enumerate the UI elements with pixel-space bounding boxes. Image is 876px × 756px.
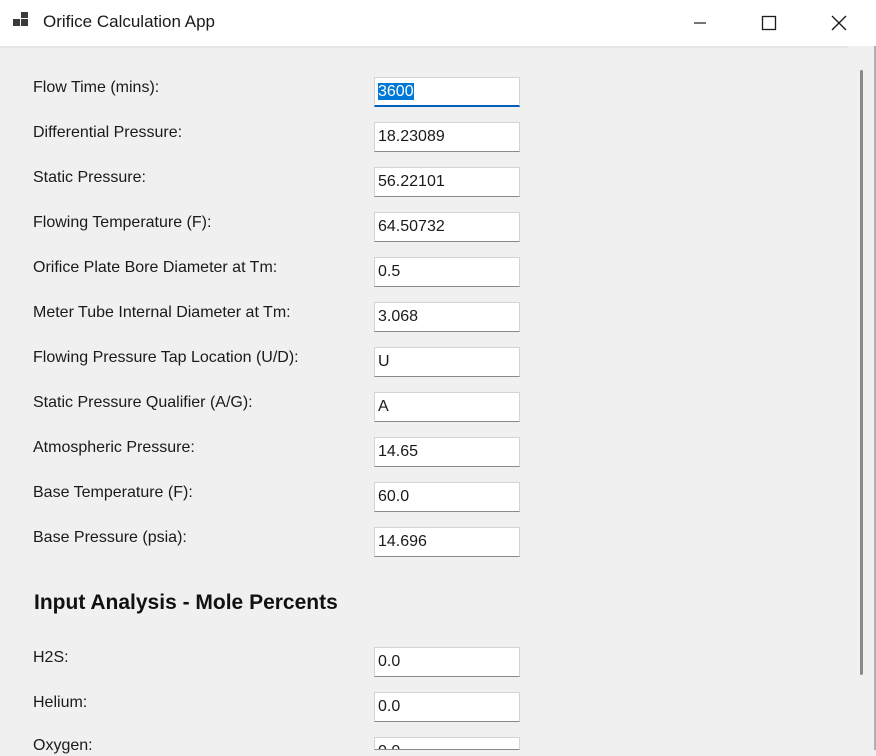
tap-location-input[interactable]: U (374, 347, 520, 377)
base-pressure-input[interactable]: 14.696 (374, 527, 520, 557)
content-top-border (0, 46, 848, 48)
maximize-button[interactable] (734, 0, 804, 46)
pressure-qualifier-input[interactable]: A (374, 392, 520, 422)
base-temperature-label: Base Temperature (F): (33, 484, 193, 501)
tube-diameter-label: Meter Tube Internal Diameter at Tm: (33, 304, 291, 321)
flow-time-value: 3600 (378, 83, 414, 100)
close-button[interactable] (804, 0, 874, 46)
close-icon (831, 15, 847, 31)
scrollbar-thumb[interactable] (860, 70, 863, 675)
pressure-qualifier-label: Static Pressure Qualifier (A/G): (33, 394, 253, 411)
flow-time-input[interactable]: 3600 (374, 77, 520, 107)
helium-input[interactable]: 0.0 (374, 692, 520, 722)
differential-pressure-label: Differential Pressure: (33, 124, 183, 141)
atmospheric-pressure-input[interactable]: 14.65 (374, 437, 520, 467)
static-pressure-label: Static Pressure: (33, 169, 146, 186)
flowing-temperature-input[interactable]: 64.50732 (374, 212, 520, 242)
window-title: Orifice Calculation App (43, 12, 215, 31)
app-windows-icon (13, 12, 28, 26)
h2s-label: H2S: (33, 649, 69, 666)
atmospheric-pressure-label: Atmospheric Pressure: (33, 439, 195, 456)
base-temperature-input[interactable]: 60.0 (374, 482, 520, 512)
oxygen-input[interactable]: 0.0 (374, 737, 520, 750)
static-pressure-input[interactable]: 56.22101 (374, 167, 520, 197)
minimize-button[interactable] (665, 0, 735, 46)
title-bar: Orifice Calculation App (0, 0, 876, 46)
tube-diameter-input[interactable]: 3.068 (374, 302, 520, 332)
bore-diameter-input[interactable]: 0.5 (374, 257, 520, 287)
analysis-heading: Input Analysis - Mole Percents (34, 591, 338, 614)
differential-pressure-input[interactable]: 18.23089 (374, 122, 520, 152)
oxygen-label: Oxygen: (33, 737, 93, 754)
bore-diameter-label: Orifice Plate Bore Diameter at Tm: (33, 259, 278, 276)
minimize-icon (694, 22, 706, 24)
flowing-temperature-label: Flowing Temperature (F): (33, 214, 212, 231)
base-pressure-label: Base Pressure (psia): (33, 529, 187, 546)
helium-label: Helium: (33, 694, 88, 711)
tap-location-label: Flowing Pressure Tap Location (U/D): (33, 349, 299, 366)
h2s-input[interactable]: 0.0 (374, 647, 520, 677)
flow-time-label: Flow Time (mins): (33, 79, 160, 96)
maximize-icon (761, 15, 777, 31)
